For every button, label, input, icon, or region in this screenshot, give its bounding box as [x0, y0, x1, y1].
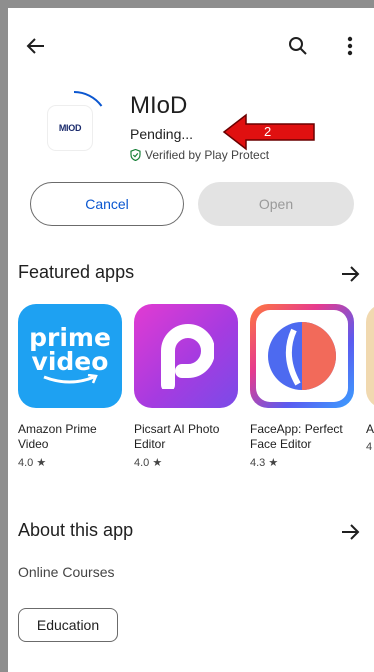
- featured-app-card[interactable]: FaceApp: Perfect Face Editor 4.3 ★: [250, 304, 354, 469]
- shield-check-icon: [130, 149, 141, 161]
- top-app-bar: [8, 8, 374, 80]
- arrow-back-icon: [26, 38, 44, 54]
- more-options-button[interactable]: [338, 32, 362, 60]
- search-icon: [289, 37, 307, 55]
- featured-app-name: Amazon Prime Video: [18, 422, 97, 451]
- app-title: MIoD: [130, 92, 188, 119]
- app-icon: MIOD: [48, 106, 92, 150]
- featured-app-name: A: [366, 422, 374, 436]
- open-button[interactable]: Open: [198, 182, 354, 226]
- featured-apps-title[interactable]: Featured apps: [18, 262, 134, 283]
- back-button[interactable]: [22, 32, 50, 60]
- annotation-label: 2: [264, 124, 272, 139]
- about-description: Online Courses: [18, 564, 115, 580]
- featured-app-name: Picsart AI Photo Editor: [134, 422, 220, 451]
- faceapp-inner-panel: [256, 310, 348, 402]
- featured-arrow-forward-icon[interactable]: [340, 264, 360, 284]
- category-chip[interactable]: Education: [18, 608, 118, 642]
- featured-app-rating: 4.0 ★: [134, 457, 163, 469]
- featured-app-icon: [366, 304, 374, 408]
- featured-app-rating: 4.3 ★: [250, 457, 279, 469]
- video-icon-text: video: [31, 347, 109, 376]
- install-status: Pending...: [130, 126, 194, 142]
- featured-app-card[interactable]: A 4: [366, 304, 374, 453]
- app-icon-with-progress: MIOD: [36, 88, 112, 164]
- faceapp-icon: [250, 304, 354, 408]
- prime-video-icon: prime video: [18, 304, 122, 408]
- about-this-app-title[interactable]: About this app: [18, 520, 133, 541]
- featured-apps-carousel[interactable]: prime video Amazon Prime Video 4.0 ★ Pic…: [18, 304, 374, 484]
- amazon-smile-icon: [43, 374, 98, 384]
- about-arrow-forward-icon[interactable]: [340, 522, 360, 542]
- more-vert-icon: [347, 36, 353, 56]
- featured-app-name: FaceApp: Perfect Face Editor: [250, 422, 343, 451]
- search-button[interactable]: [284, 32, 312, 60]
- featured-app-rating: 4: [366, 441, 373, 453]
- picsart-icon: [134, 304, 238, 408]
- featured-app-rating: 4.0 ★: [18, 457, 47, 469]
- faceapp-face-logo-icon: [268, 322, 336, 390]
- app-icon-logo-text: MIOD: [58, 123, 82, 133]
- featured-app-card[interactable]: Picsart AI Photo Editor 4.0 ★: [134, 304, 238, 469]
- picsart-p-logo-icon: [161, 324, 214, 389]
- app-details-screen: MIOD MIoD Pending... Verified by Play Pr…: [8, 8, 374, 672]
- featured-app-card[interactable]: prime video Amazon Prime Video 4.0 ★: [18, 304, 122, 469]
- cancel-button[interactable]: Cancel: [30, 182, 184, 226]
